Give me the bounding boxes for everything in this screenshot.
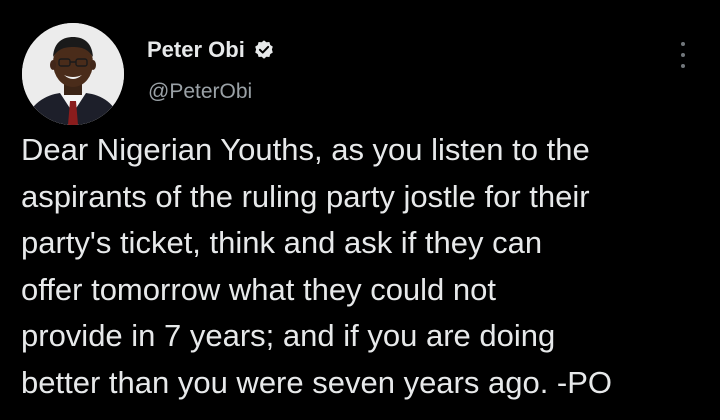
- display-name-text: Peter Obi: [147, 37, 245, 62]
- more-dot: [681, 64, 685, 68]
- tweet-text-line: better than you were seven years ago. -P…: [21, 364, 613, 400]
- tweet-text-line: party's ticket, think and ask if they ca…: [21, 225, 543, 260]
- tweet-text-line: aspirants of the ruling party jostle for…: [21, 178, 590, 214]
- more-dot: [681, 53, 685, 57]
- avatar-image: [22, 23, 124, 125]
- tweet-text: Dear Nigerian Youths, as you listen to t…: [21, 127, 713, 406]
- tweet-text-line: Dear Nigerian Youths, as you listen to t…: [21, 132, 590, 167]
- more-options-icon[interactable]: [669, 38, 697, 72]
- more-dot: [681, 42, 685, 46]
- tweet-card: Peter Obi @PeterObi Dear Nigerian Youths…: [0, 0, 720, 420]
- profile-avatar[interactable]: [22, 23, 124, 125]
- user-handle[interactable]: @PeterObi: [148, 80, 252, 104]
- display-name[interactable]: Peter Obi: [147, 37, 275, 63]
- tweet-text-line: offer tomorrow what they could not: [21, 271, 497, 307]
- verified-badge-icon: [253, 39, 275, 61]
- tweet-text-line: provide in 7 years; and if you are doing: [21, 318, 556, 353]
